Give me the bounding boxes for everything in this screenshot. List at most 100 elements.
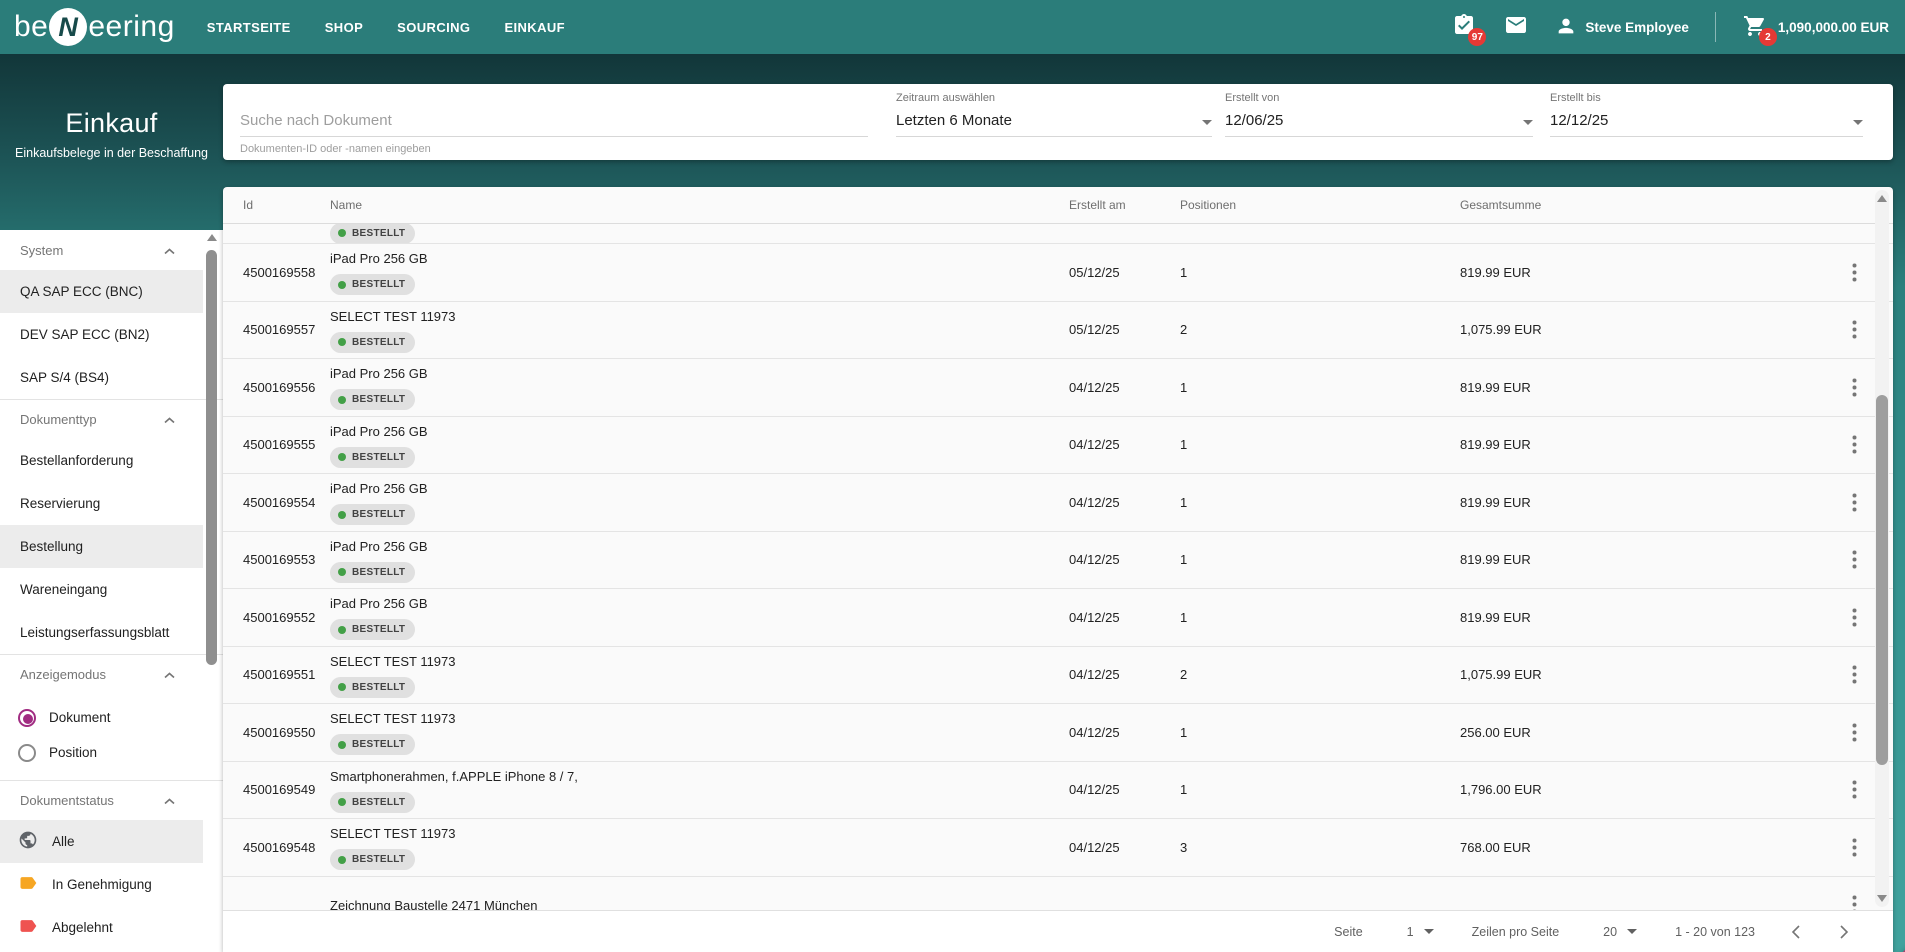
row-menu-button[interactable]	[1837, 370, 1871, 404]
row-positions: 2	[1180, 667, 1188, 683]
status-badge: BESTELLT	[330, 561, 416, 583]
pagination: Seite 1 Zeilen pro Seite 20 1 - 20 von 1…	[223, 910, 1893, 952]
table-row[interactable]: 4500169551 SELECT TEST 11973 BESTELLT 04…	[223, 647, 1893, 704]
section-header-anzeigemodus[interactable]: Anzeigemodus	[0, 654, 223, 694]
table-row[interactable]: 4500169557 SELECT TEST 11973 BESTELLT 05…	[223, 302, 1893, 359]
chevron-down-icon	[1853, 120, 1863, 125]
label-icon-orange	[18, 873, 38, 896]
table-scrollbar-thumb[interactable]	[1876, 395, 1888, 765]
sidebar-item-reservierung[interactable]: Reservierung	[0, 482, 203, 525]
status-dot-icon	[338, 510, 346, 519]
row-menu-button[interactable]	[1837, 313, 1871, 347]
logo-n-icon: N	[49, 8, 88, 46]
row-total: 819.99 EUR	[1460, 264, 1531, 280]
user-menu[interactable]: Steve Employee	[1555, 15, 1689, 40]
nav-sourcing[interactable]: SOURCING	[397, 20, 470, 35]
status-badge: BESTELLT	[330, 849, 416, 871]
erstellt-bis-label: Erstellt bis	[1550, 92, 1601, 104]
row-name: SELECT TEST 11973	[330, 711, 456, 727]
zeitraum-select[interactable]: Zeitraum auswählen Letzten 6 Monate	[896, 84, 1212, 160]
row-menu-button[interactable]	[1837, 888, 1871, 910]
row-menu-button[interactable]	[1837, 773, 1871, 807]
sidebar-item-qa-sap-ecc-bnc[interactable]: QA SAP ECC (BNC)	[0, 270, 203, 313]
sidebar-item-wareneingang[interactable]: Wareneingang	[0, 568, 203, 611]
tasks-badge: 97	[1468, 28, 1487, 46]
table-row[interactable]: 4500169555 iPad Pro 256 GB BESTELLT 04/1…	[223, 417, 1893, 474]
row-menu-button[interactable]	[1837, 600, 1871, 634]
table-header: Id Name Erstellt am Positionen Gesamtsum…	[223, 187, 1893, 224]
scroll-up-icon[interactable]	[206, 234, 217, 241]
sidebar-scrollbar[interactable]	[205, 232, 218, 702]
table-row[interactable]: 4500169550 SELECT TEST 11973 BESTELLT 04…	[223, 704, 1893, 762]
row-positions: 3	[1180, 839, 1188, 855]
table-row[interactable]: 4500169552 iPad Pro 256 GB BESTELLT 04/1…	[223, 589, 1893, 647]
section-header-dokumentstatus[interactable]: Dokumentstatus	[0, 780, 223, 820]
table-row[interactable]: 4500169553 iPad Pro 256 GB BESTELLT 04/1…	[223, 532, 1893, 589]
row-menu-button[interactable]	[1837, 428, 1871, 462]
logo[interactable]: be N eering	[14, 8, 175, 46]
prev-page-button[interactable]	[1781, 917, 1811, 947]
row-id: 4500169548	[243, 839, 316, 855]
section-header-system[interactable]: System	[0, 230, 223, 270]
documents-table-card: Id Name Erstellt am Positionen Gesamtsum…	[223, 187, 1893, 952]
sidebar-item-status-alle[interactable]: Alle	[0, 820, 203, 863]
sidebar-item-bestellung[interactable]: Bestellung	[0, 525, 203, 568]
row-positions: 1	[1180, 437, 1188, 453]
table-scrollbar[interactable]	[1875, 190, 1889, 907]
sidebar-scrollbar-thumb[interactable]	[206, 250, 217, 665]
table-row[interactable]: 4500169558 iPad Pro 256 GB BESTELLT 05/1…	[223, 244, 1893, 302]
page-select[interactable]: 1	[1407, 925, 1434, 939]
rows-per-page-select[interactable]: 20	[1603, 925, 1638, 939]
sidebar-item-dev-sap-ecc-bn2[interactable]: DEV SAP ECC (BN2)	[0, 313, 203, 356]
mail-button[interactable]	[1503, 14, 1529, 40]
tasks-button[interactable]: 97	[1451, 13, 1487, 46]
status-dot-icon	[338, 453, 346, 462]
table-row[interactable]: Zeichnung Baustelle 2471 München	[223, 877, 1893, 910]
table-row[interactable]: 4500169556 iPad Pro 256 GB BESTELLT 04/1…	[223, 359, 1893, 417]
sidebar-item-leistungserfassungsblatt[interactable]: Leistungserfassungsblatt	[0, 611, 203, 654]
row-total: 819.99 EUR	[1460, 379, 1531, 395]
table-row[interactable]: 4500169554 iPad Pro 256 GB BESTELLT 04/1…	[223, 474, 1893, 532]
nav-einkauf[interactable]: EINKAUF	[504, 20, 565, 35]
sidebar-item-bestellanforderung[interactable]: Bestellanforderung	[0, 439, 203, 482]
status-badge: BESTELLT	[330, 734, 416, 756]
nav-startseite[interactable]: STARTSEITE	[207, 20, 291, 35]
cart-button[interactable]: 2 1,090,000.00 EUR	[1742, 14, 1889, 46]
row-menu-button[interactable]	[1837, 830, 1871, 864]
row-id: 4500169557	[243, 322, 316, 338]
sidebar-item-status-abgelehnt[interactable]: Abgelehnt	[0, 906, 203, 949]
row-positions: 1	[1180, 264, 1188, 280]
table-row-partial[interactable]: BESTELLT	[223, 224, 1893, 244]
sidebar-item-sap-s4-bs4[interactable]: SAP S/4 (BS4)	[0, 356, 203, 399]
row-positions: 1	[1180, 494, 1188, 510]
scroll-down-icon[interactable]	[1877, 895, 1887, 902]
col-erstellt: Erstellt am	[1069, 198, 1126, 212]
row-menu-button[interactable]	[1837, 658, 1871, 692]
row-date: 05/12/25	[1069, 322, 1120, 338]
radio-position[interactable]: Position	[0, 735, 223, 770]
table-row[interactable]: 4500169549 Smartphonerahmen, f.APPLE iPh…	[223, 762, 1893, 819]
row-name: SELECT TEST 11973	[330, 826, 456, 842]
table-row[interactable]: 4500169548 SELECT TEST 11973 BESTELLT 04…	[223, 819, 1893, 877]
erstellt-von-datepicker[interactable]: Erstellt von 12/06/25	[1225, 84, 1533, 160]
row-date: 04/12/25	[1069, 667, 1120, 683]
nav-shop[interactable]: SHOP	[325, 20, 363, 35]
row-menu-button[interactable]	[1837, 255, 1871, 289]
next-page-button[interactable]	[1829, 917, 1859, 947]
chevron-down-icon	[1423, 929, 1434, 934]
chevron-up-icon	[164, 793, 175, 808]
row-menu-button[interactable]	[1837, 715, 1871, 749]
row-menu-button[interactable]	[1837, 543, 1871, 577]
radio-dokument[interactable]: Dokument	[0, 700, 223, 735]
section-header-dokumenttyp[interactable]: Dokumenttyp	[0, 399, 223, 439]
row-total: 819.99 EUR	[1460, 494, 1531, 510]
erstellt-von-value: 12/06/25	[1225, 112, 1284, 129]
erstellt-bis-datepicker[interactable]: Erstellt bis 12/12/25	[1550, 84, 1863, 160]
sidebar-item-status-in-genehmigung[interactable]: In Genehmigung	[0, 863, 203, 906]
main-nav: STARTSEITE SHOP SOURCING EINKAUF	[207, 20, 565, 35]
row-positions: 1	[1180, 724, 1188, 740]
row-menu-button[interactable]	[1837, 485, 1871, 519]
status-badge: BESTELLT	[330, 619, 416, 641]
scroll-up-icon[interactable]	[1877, 195, 1887, 202]
search-input[interactable]	[240, 108, 868, 132]
